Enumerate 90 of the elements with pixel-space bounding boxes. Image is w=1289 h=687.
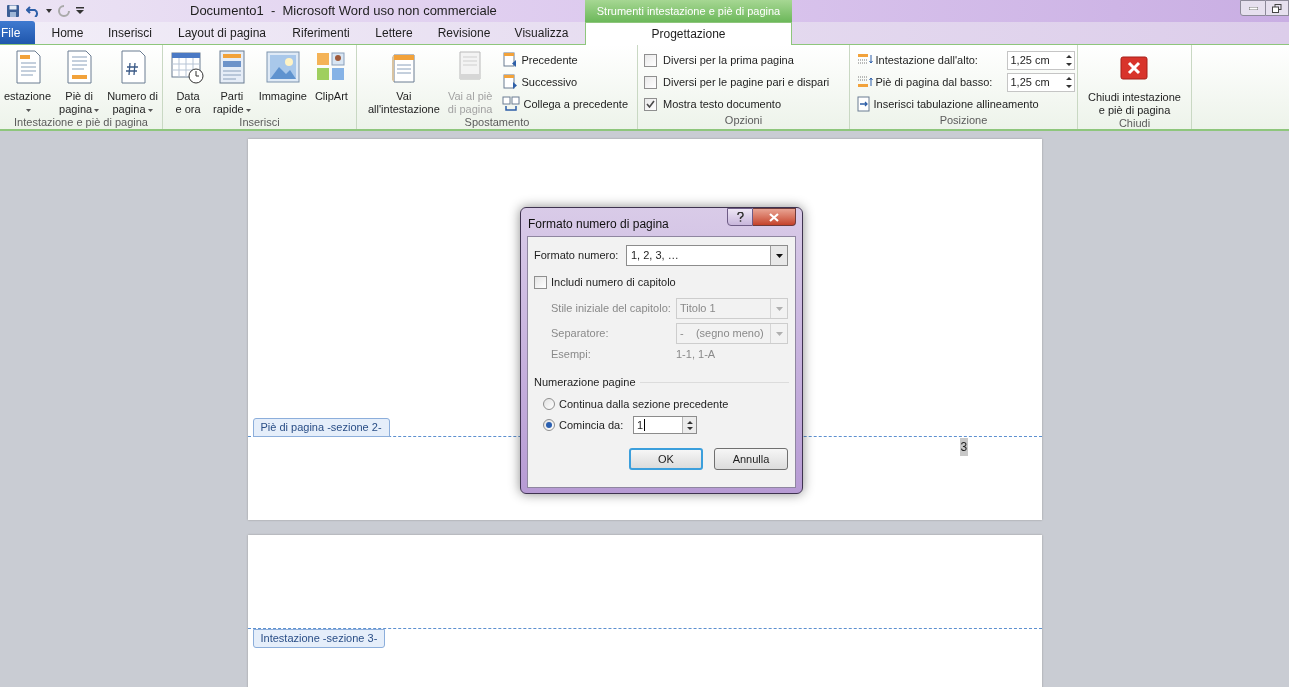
header-tag: Intestazione -sezione 3- (252, 629, 386, 648)
ribbon-button[interactable]: ClipArt (312, 49, 350, 103)
spin-field[interactable]: 1,25 cm (1006, 72, 1075, 92)
field-label: Stile iniziale del capitolo: (551, 301, 672, 317)
checkbox[interactable] (644, 97, 657, 111)
checkbox-label: Diversi per le pagine pari e dispari (663, 74, 830, 90)
ribbon-button[interactable]: Piè di pagina (57, 49, 102, 116)
close-button[interactable] (753, 208, 796, 226)
spinner-label: Intestazione dall'alto: (875, 52, 979, 68)
ribbon-tab[interactable]: Revisione (430, 21, 498, 44)
radio-label: Continua dalla sezione precedente (559, 396, 729, 412)
radio-button[interactable] (543, 419, 555, 431)
group-label: Inserisci (238, 116, 281, 129)
section-label: Numerazione pagine (534, 374, 636, 390)
checkbox-label: Includi numero di capitolo (551, 274, 676, 290)
close-icon (769, 212, 779, 222)
ribbon-item-icon (502, 74, 519, 90)
ribbon-button[interactable]: Precedente (502, 50, 628, 70)
field-label: Formato numero: (534, 248, 620, 264)
page-number: 3 (959, 438, 969, 456)
ribbon-tab[interactable]: Riferimenti (284, 21, 358, 44)
group-label: Posizione (938, 114, 989, 128)
checkbox[interactable] (644, 53, 657, 67)
restore-button[interactable] (1266, 0, 1289, 16)
dialog-button[interactable]: OK (629, 448, 703, 470)
ribbon-item-icon (502, 96, 521, 112)
radio-label: Comincia da: (559, 417, 625, 433)
spacing-icon (856, 53, 873, 67)
checkbox[interactable] (534, 275, 547, 289)
close-icon (1119, 53, 1150, 83)
ribbon-button[interactable]: Immagine (256, 49, 309, 103)
ribbon-button[interactable]: Chiudi intestazione e piè di pagina (1086, 50, 1183, 117)
restore-icon (1272, 3, 1282, 13)
spin-field[interactable]: 1,25 cm (1006, 50, 1075, 70)
footer-tag: Piè di pagina -sezione 2- (252, 418, 390, 437)
caret-icon (147, 108, 153, 112)
spin-arrows-icon (686, 419, 693, 431)
group-label: Chiudi (1117, 117, 1152, 130)
spin-arrows-icon (1065, 53, 1072, 67)
help-button[interactable] (727, 208, 753, 226)
ribbon-button[interactable]: Data e ora (169, 49, 208, 116)
context-tab-label: Strumenti intestazione e piè di pagina (585, 0, 792, 22)
ribbon-button[interactable]: estazione (2, 49, 54, 116)
caret-icon (94, 108, 100, 112)
ribbon-item-icon (856, 96, 871, 112)
save-icon[interactable] (6, 4, 20, 18)
caret-icon[interactable] (46, 9, 52, 13)
ribbon-tab[interactable]: Layout di pagina (160, 21, 284, 44)
dialog-button[interactable]: Annulla (714, 448, 788, 470)
ribbon-button[interactable]: Collega a precedente (502, 94, 628, 114)
ribbon-item-icon (502, 52, 519, 68)
ribbon-tab[interactable]: Home (35, 21, 100, 44)
customize-icon[interactable] (76, 7, 84, 15)
caret-icon (245, 108, 251, 112)
group-label: Opzioni (723, 114, 764, 128)
spacing-icon (856, 75, 873, 89)
example-value: 1-1, 1-A (676, 346, 716, 362)
check-icon (646, 100, 655, 108)
dropdown-arrow-icon (775, 306, 783, 311)
ribbon-button[interactable]: Numero di pagina (105, 49, 160, 116)
dropdown-arrow-icon (775, 331, 783, 336)
ribbon-button[interactable]: Vai all'intestazione (365, 49, 442, 116)
group-label: Spostamento (463, 116, 531, 129)
ribbon-tab[interactable]: Progettazione (585, 22, 792, 45)
undo-icon[interactable] (26, 5, 40, 17)
window-title: Documento1 - Microsoft Word uso non commerciale (190, 2, 497, 21)
ribbon-tab[interactable]: Visualizza (498, 21, 585, 44)
field-label: Separatore: (551, 326, 610, 342)
ribbon-button[interactable]: Successivo (502, 72, 628, 92)
checkbox[interactable] (644, 75, 657, 89)
ribbon-tab[interactable]: Lettere (358, 21, 430, 44)
ribbon-tab[interactable]: File (0, 21, 35, 44)
ribbon-button[interactable]: Parti rapide (211, 49, 253, 116)
ribbon-button[interactable]: Inserisci tabulazione allineamento (856, 94, 1075, 114)
field-label: Esempi: (551, 346, 592, 362)
checkbox-label: Diversi per la prima pagina (663, 52, 794, 68)
help-icon (736, 212, 744, 222)
checkbox-label: Mostra testo documento (663, 96, 781, 112)
minimize-icon (1248, 6, 1258, 10)
group-label: Intestazione e piè di pagina (13, 116, 149, 129)
number-format-dropdown[interactable]: 1, 2, 3, … (626, 245, 788, 266)
start-number-field[interactable]: 1 (633, 416, 697, 434)
spin-arrows-icon (1065, 75, 1072, 89)
dialog-title: Formato numero di pagina (527, 216, 669, 233)
spinner-label: Piè di pagina dal basso: (875, 74, 994, 90)
ribbon-tab[interactable]: Inserisci (100, 21, 160, 44)
caret-icon (26, 108, 32, 112)
radio-button[interactable] (543, 398, 555, 410)
redo-icon (58, 5, 70, 17)
dropdown-arrow-icon (775, 253, 783, 258)
